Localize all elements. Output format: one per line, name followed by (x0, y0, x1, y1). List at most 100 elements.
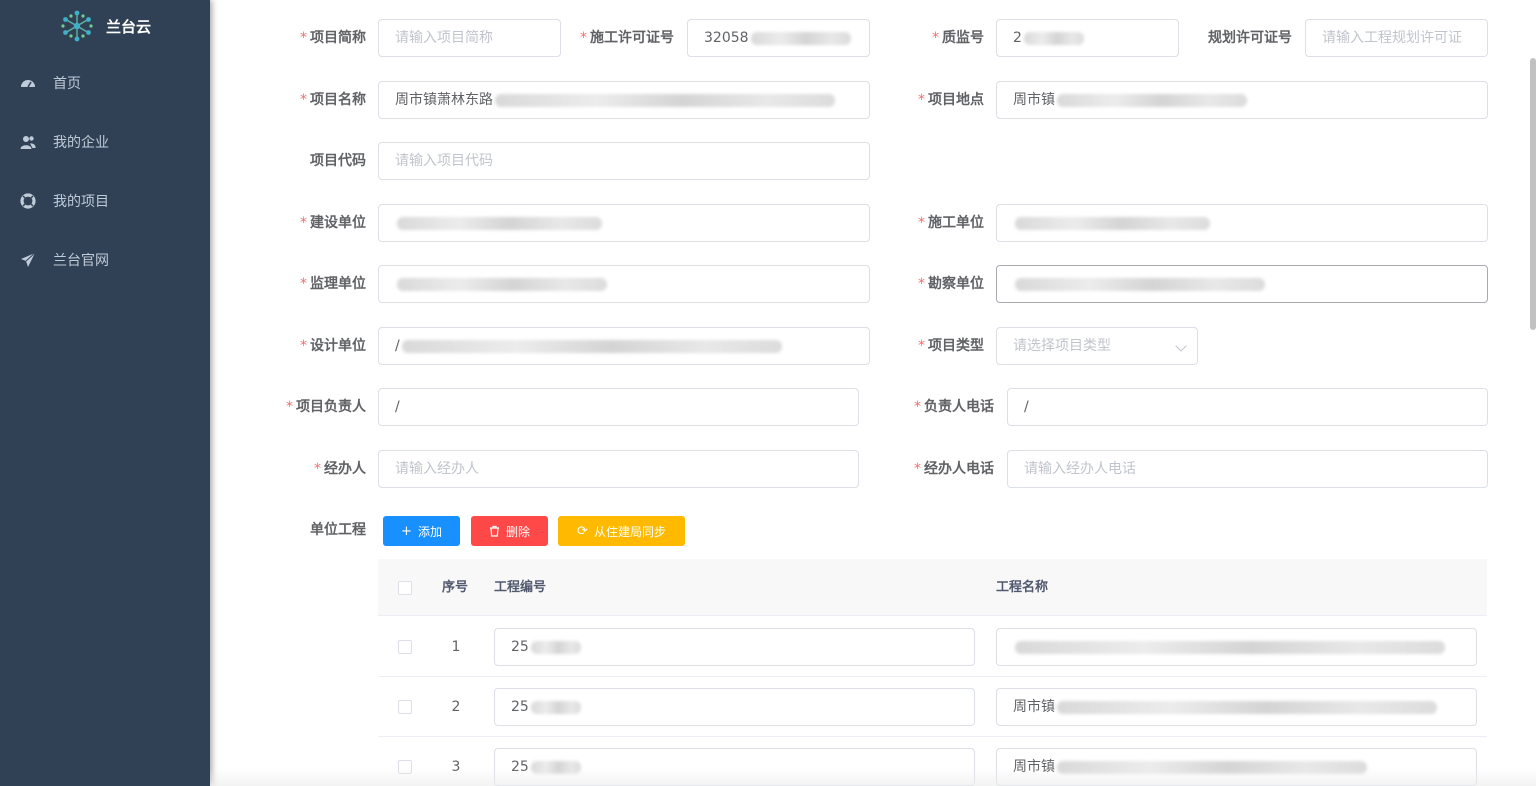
project-manager-input[interactable]: / (378, 388, 859, 426)
required-mark: * (300, 338, 307, 354)
unit-projects-label: 单位工程 (310, 522, 366, 538)
project-location-label: * 项目地点 (918, 92, 984, 108)
redacted-text (750, 31, 851, 45)
required-mark: * (918, 338, 925, 354)
project-type-select[interactable]: 请选择项目类型 (996, 327, 1198, 365)
redacted-text (401, 339, 782, 353)
vertical-scrollbar[interactable] (1530, 58, 1536, 330)
survey-unit-input[interactable] (996, 265, 1488, 303)
project-name-input[interactable]: 周市镇萧林东路 (378, 81, 870, 119)
delete-button[interactable]: 删除 (471, 516, 548, 546)
redacted-text (530, 640, 581, 654)
logo-icon (61, 10, 93, 42)
column-header-name: 工程名称 (996, 580, 1049, 595)
required-mark: * (300, 276, 307, 292)
table-row: 3 25 周市镇 (378, 737, 1487, 786)
supervision-unit-input[interactable] (378, 265, 870, 303)
redacted-text (397, 216, 602, 230)
contractor-unit-input[interactable] (996, 204, 1488, 242)
sidebar: 兰台云 首页 我的企业 我的项目 兰台官网 (0, 0, 210, 786)
row-index: 3 (451, 759, 461, 775)
design-unit-label: * 设计单位 (300, 338, 366, 354)
redacted-text (1057, 760, 1367, 774)
plus-icon: + (401, 523, 412, 539)
table-row: 2 25 周市镇 (378, 677, 1487, 737)
project-name-cell-input[interactable]: 周市镇 (996, 748, 1477, 786)
add-button[interactable]: + 添加 (383, 516, 460, 546)
project-code-cell-input[interactable]: 25 (494, 628, 975, 666)
project-code-cell-input[interactable]: 25 (494, 688, 975, 726)
row-index: 2 (451, 699, 461, 715)
handler-phone-label: * 经办人电话 (914, 461, 994, 477)
redacted-text (1015, 640, 1445, 654)
column-header-code: 工程编号 (494, 580, 547, 595)
redacted-text (397, 277, 607, 291)
user-group-icon (20, 136, 36, 149)
project-code-input[interactable]: 请输入项目代码 (378, 142, 870, 180)
trash-icon (489, 525, 499, 537)
redacted-text (530, 700, 581, 714)
project-name-cell-input[interactable] (996, 628, 1477, 666)
manager-phone-input[interactable]: / (1007, 388, 1488, 426)
required-mark: * (918, 276, 925, 292)
required-mark: * (300, 92, 307, 108)
project-manager-label: * 项目负责人 (286, 399, 366, 415)
row-checkbox[interactable] (398, 640, 412, 654)
required-mark: * (918, 92, 925, 108)
chevron-down-icon (1175, 340, 1187, 352)
redacted-text (1057, 700, 1437, 714)
row-checkbox[interactable] (398, 700, 412, 714)
sidebar-item-label: 兰台官网 (53, 253, 109, 269)
construction-unit-input[interactable] (378, 204, 870, 242)
contractor-unit-label: * 施工单位 (918, 215, 984, 231)
redacted-text (530, 760, 581, 774)
supervision-unit-label: * 监理单位 (300, 276, 366, 292)
quality-supervision-input[interactable]: 2 (996, 19, 1179, 57)
required-mark: * (932, 30, 939, 46)
handler-phone-input[interactable]: 请输入经办人电话 (1007, 450, 1488, 488)
design-unit-input[interactable]: / (378, 327, 870, 365)
table-header: 序号 工程编号 工程名称 (378, 559, 1487, 616)
paper-plane-icon (21, 252, 36, 267)
sidebar-item-my-company[interactable]: 我的企业 (0, 120, 210, 164)
project-short-name-input[interactable]: 请输入项目简称 (378, 19, 561, 57)
redacted-text (1057, 93, 1247, 107)
construction-permit-input[interactable]: 32058 (687, 19, 870, 57)
row-checkbox[interactable] (398, 760, 412, 774)
sidebar-item-label: 我的项目 (53, 194, 109, 210)
select-all-checkbox[interactable] (398, 581, 412, 595)
quality-supervision-label: * 质监号 (932, 30, 984, 46)
manager-phone-label: * 负责人电话 (914, 399, 994, 415)
project-name-label: * 项目名称 (300, 92, 366, 108)
required-mark: * (580, 30, 587, 46)
sidebar-item-home[interactable]: 首页 (0, 61, 210, 105)
sidebar-item-label: 首页 (53, 76, 81, 92)
redacted-text (1015, 277, 1265, 291)
column-header-index: 序号 (442, 580, 469, 595)
survey-unit-label: * 勘察单位 (918, 276, 984, 292)
sidebar-item-my-projects[interactable]: 我的项目 (0, 179, 210, 223)
app-logo[interactable]: 兰台云 (60, 9, 151, 43)
row-index: 1 (451, 639, 461, 655)
lifebuoy-icon (20, 193, 36, 209)
project-type-label: * 项目类型 (918, 338, 984, 354)
redacted-text (1023, 31, 1084, 45)
project-location-input[interactable]: 周市镇 (996, 81, 1488, 119)
construction-permit-label: * 施工许可证号 (580, 30, 674, 46)
app-name: 兰台云 (106, 17, 152, 36)
table-row: 1 25 (378, 617, 1487, 677)
sidebar-item-official-site[interactable]: 兰台官网 (0, 238, 210, 282)
required-mark: * (300, 215, 307, 231)
sidebar-item-label: 我的企业 (53, 135, 109, 151)
project-name-cell-input[interactable]: 周市镇 (996, 688, 1477, 726)
refresh-icon: ⟳ (577, 523, 588, 539)
redacted-text (495, 93, 835, 107)
required-mark: * (286, 399, 293, 415)
construction-unit-label: * 建设单位 (300, 215, 366, 231)
project-short-name-label: * 项目简称 (300, 30, 366, 46)
required-mark: * (314, 461, 321, 477)
planning-permit-input[interactable]: 请输入工程规划许可证 (1305, 19, 1488, 57)
sync-button[interactable]: ⟳ 从住建局同步 (558, 516, 685, 546)
project-code-cell-input[interactable]: 25 (494, 748, 975, 786)
handler-input[interactable]: 请输入经办人 (378, 450, 859, 488)
